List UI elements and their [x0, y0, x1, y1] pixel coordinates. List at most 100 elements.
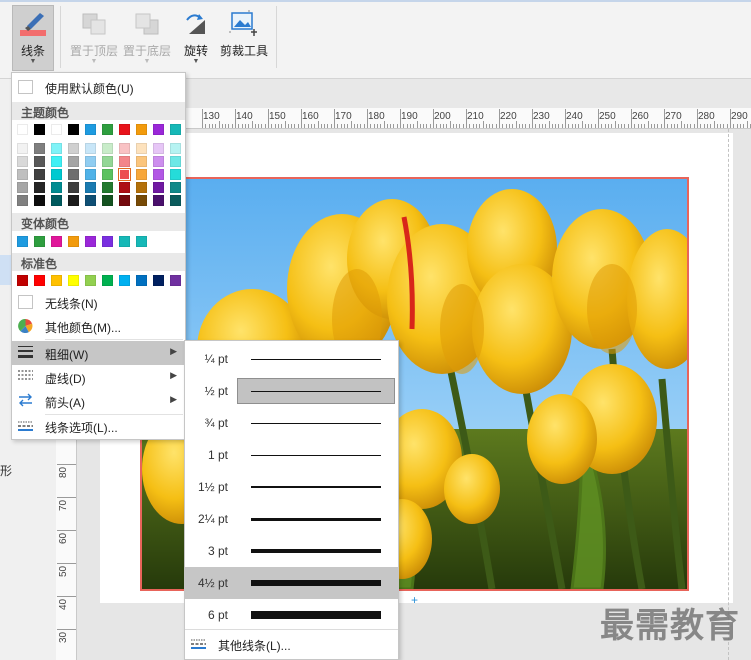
theme-color-swatch[interactable]: [119, 124, 130, 135]
theme-shade-swatch[interactable]: [85, 182, 96, 193]
theme-shade-swatch[interactable]: [153, 182, 164, 193]
standard-color-swatch[interactable]: [85, 275, 96, 286]
theme-shade-swatch[interactable]: [136, 182, 147, 193]
theme-shade-swatch[interactable]: [34, 169, 45, 180]
theme-color-swatch[interactable]: [170, 124, 181, 135]
menu-item-weight[interactable]: 粗细(W) ▶: [12, 341, 185, 365]
theme-shade-swatch[interactable]: [51, 182, 62, 193]
theme-shade-swatch[interactable]: [17, 156, 28, 167]
theme-shade-swatch[interactable]: [119, 182, 130, 193]
theme-shade-swatch[interactable]: [153, 143, 164, 154]
standard-color-swatch[interactable]: [34, 275, 45, 286]
variant-color-swatch[interactable]: [119, 236, 130, 247]
theme-shade-swatch[interactable]: [170, 195, 181, 206]
theme-color-swatch[interactable]: [102, 124, 113, 135]
weight-option[interactable]: ¼ pt: [185, 343, 398, 375]
theme-shade-swatch[interactable]: [85, 156, 96, 167]
standard-color-swatch[interactable]: [153, 275, 164, 286]
theme-shade-swatch[interactable]: [102, 195, 113, 206]
weight-option[interactable]: ½ pt: [185, 375, 398, 407]
variant-color-swatch[interactable]: [51, 236, 62, 247]
theme-shade-swatch[interactable]: [34, 182, 45, 193]
theme-shade-swatch[interactable]: [51, 195, 62, 206]
menu-item-more-colors[interactable]: 其他颜色(M)...: [12, 315, 185, 337]
theme-shade-swatch[interactable]: [102, 143, 113, 154]
theme-shade-swatch[interactable]: [68, 182, 79, 193]
standard-color-swatch[interactable]: [119, 275, 130, 286]
theme-shade-swatch[interactable]: [153, 195, 164, 206]
theme-shade-swatch[interactable]: [136, 195, 147, 206]
theme-shade-swatch[interactable]: [85, 143, 96, 154]
theme-shade-swatch[interactable]: [119, 156, 130, 167]
menu-item-no-line[interactable]: 无线条(N): [12, 291, 185, 313]
theme-shade-swatch[interactable]: [68, 169, 79, 180]
theme-color-swatch[interactable]: [17, 124, 28, 135]
variant-color-swatch[interactable]: [102, 236, 113, 247]
theme-shade-swatch[interactable]: [68, 143, 79, 154]
line-button[interactable]: 线条 ▼: [12, 5, 54, 71]
theme-shade-swatch[interactable]: [17, 143, 28, 154]
variant-color-swatch[interactable]: [68, 236, 79, 247]
theme-shade-swatch[interactable]: [170, 169, 181, 180]
variant-color-swatch[interactable]: [17, 236, 28, 247]
theme-color-swatch[interactable]: [136, 124, 147, 135]
theme-shade-swatch[interactable]: [34, 143, 45, 154]
theme-shade-swatch[interactable]: [17, 182, 28, 193]
send-to-back-button[interactable]: 置于底层 ▼: [121, 6, 173, 70]
weight-option[interactable]: 3 pt: [185, 535, 398, 567]
theme-color-swatch[interactable]: [85, 124, 96, 135]
theme-shade-swatch[interactable]: [17, 195, 28, 206]
weight-option[interactable]: 6 pt: [185, 599, 398, 631]
standard-color-swatch[interactable]: [170, 275, 181, 286]
theme-shade-swatch[interactable]: [136, 156, 147, 167]
crop-tool-button[interactable]: 剪裁工具: [218, 6, 270, 70]
weight-option[interactable]: 4½ pt: [185, 567, 398, 599]
menu-item-default-color[interactable]: 使用默认颜色(U): [12, 76, 185, 98]
theme-shade-swatch[interactable]: [51, 143, 62, 154]
weight-option[interactable]: 1 pt: [185, 439, 398, 471]
theme-shade-swatch[interactable]: [51, 169, 62, 180]
theme-shade-swatch[interactable]: [118, 168, 131, 181]
variant-color-swatch[interactable]: [85, 236, 96, 247]
theme-shade-swatch[interactable]: [68, 156, 79, 167]
variant-color-swatch[interactable]: [34, 236, 45, 247]
standard-color-swatch[interactable]: [17, 275, 28, 286]
weight-option[interactable]: 1½ pt: [185, 471, 398, 503]
menu-item-line-options[interactable]: 线条选项(L)...: [12, 415, 185, 437]
weight-option[interactable]: 2¼ pt: [185, 503, 398, 535]
theme-shade-swatch[interactable]: [85, 195, 96, 206]
standard-color-swatch[interactable]: [68, 275, 79, 286]
standard-color-swatch[interactable]: [51, 275, 62, 286]
theme-color-swatch[interactable]: [51, 124, 62, 135]
theme-color-swatch[interactable]: [153, 124, 164, 135]
theme-shade-swatch[interactable]: [68, 195, 79, 206]
weight-option[interactable]: ¾ pt: [185, 407, 398, 439]
theme-shade-swatch[interactable]: [153, 156, 164, 167]
theme-shade-swatch[interactable]: [102, 169, 113, 180]
theme-shade-swatch[interactable]: [102, 182, 113, 193]
theme-shade-swatch[interactable]: [51, 156, 62, 167]
theme-shade-swatch[interactable]: [85, 169, 96, 180]
theme-shade-swatch[interactable]: [170, 156, 181, 167]
standard-color-swatch[interactable]: [102, 275, 113, 286]
theme-shade-swatch[interactable]: [170, 182, 181, 193]
theme-shade-swatch[interactable]: [170, 143, 181, 154]
menu-item-more-lines[interactable]: 其他线条(L)...: [185, 633, 398, 657]
theme-shade-swatch[interactable]: [102, 156, 113, 167]
theme-color-swatch[interactable]: [68, 124, 79, 135]
variant-color-swatch[interactable]: [136, 236, 147, 247]
menu-item-dash[interactable]: 虚线(D) ▶: [12, 365, 185, 389]
theme-shade-swatch[interactable]: [136, 169, 147, 180]
theme-shade-swatch[interactable]: [136, 143, 147, 154]
standard-color-swatch[interactable]: [136, 275, 147, 286]
theme-shade-swatch[interactable]: [119, 195, 130, 206]
theme-shade-swatch[interactable]: [34, 156, 45, 167]
theme-shade-swatch[interactable]: [34, 195, 45, 206]
theme-shade-swatch[interactable]: [153, 169, 164, 180]
menu-item-arrows[interactable]: 箭头(A) ▶: [12, 389, 185, 413]
theme-color-swatch[interactable]: [34, 124, 45, 135]
resize-handle[interactable]: +: [411, 593, 418, 607]
bring-to-front-button[interactable]: 置于顶层 ▼: [68, 6, 120, 70]
theme-shade-swatch[interactable]: [119, 143, 130, 154]
theme-shade-swatch[interactable]: [17, 169, 28, 180]
